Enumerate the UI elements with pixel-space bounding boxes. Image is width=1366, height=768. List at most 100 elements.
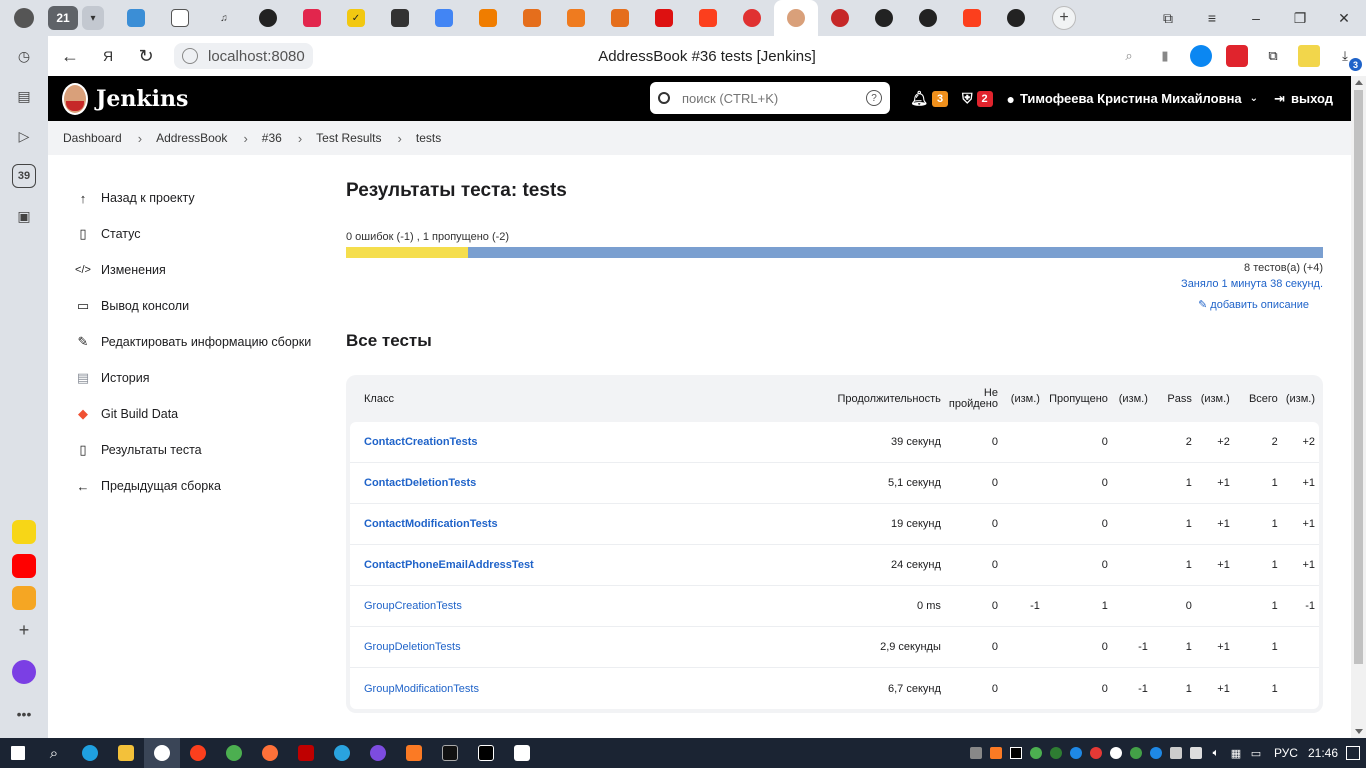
column-header-class[interactable]: Класс [350,375,819,422]
tray-blue-icon[interactable] [1066,738,1086,768]
test-class-link[interactable]: GroupCreationTests [364,600,462,612]
column-header-failed-diff[interactable]: (изм.) [1002,375,1044,422]
breadcrumb-item-tests[interactable]: tests [416,131,441,145]
browser-tab[interactable] [686,0,730,36]
breadcrumb-item-test-results[interactable]: Test Results [316,131,381,145]
restore-button[interactable]: ❐ [1278,10,1322,27]
column-header-skipped[interactable]: Пропущено [1044,375,1112,422]
filezilla-icon[interactable] [288,738,324,768]
sidebar-item-test-results[interactable]: ▯ Результаты теста [74,432,334,468]
extensions-icon[interactable]: ⧉ [1262,45,1284,67]
logout-link[interactable]: выход [1291,91,1333,106]
column-header-total-diff[interactable]: (изм.) [1282,375,1319,422]
browser-tab[interactable] [466,0,510,36]
extension-red-icon[interactable] [1226,45,1248,67]
search-page-icon[interactable]: ⌕ [1118,45,1140,67]
shazam-icon[interactable] [1190,45,1212,67]
telegram-icon[interactable] [324,738,360,768]
chrome-icon[interactable] [216,738,252,768]
breadcrumb-item-addressbook[interactable]: AddressBook [156,131,227,145]
word-icon[interactable] [504,738,540,768]
breadcrumb-item-dashboard[interactable]: Dashboard [63,131,122,145]
tray-red-icon[interactable] [1086,738,1106,768]
more-icon[interactable]: ••• [12,702,36,726]
profile-button[interactable] [0,0,48,36]
test-class-link[interactable]: GroupDeletionTests [364,641,461,653]
minimize-button[interactable]: – [1234,10,1278,26]
test-class-link[interactable]: ContactPhoneEmailAddressTest [364,559,534,571]
tray-app-icon[interactable] [1126,738,1146,768]
test-class-link[interactable]: GroupModificationTests [364,683,479,695]
browser-tab[interactable]: ✓ [334,0,378,36]
tab-list-chevron-icon[interactable]: ▾ [82,6,104,30]
add-description-link[interactable]: ✎ добавить описание [346,298,1323,311]
camera-icon[interactable]: ▣ [12,204,36,228]
column-header-pass[interactable]: Pass [1152,375,1196,422]
volume-icon[interactable]: 🔈︎ [1206,738,1226,768]
bookmark-icon[interactable]: ▮ [1154,45,1176,67]
xampp-icon[interactable] [396,738,432,768]
alice-icon[interactable] [12,660,36,684]
sidebar-item-status[interactable]: ▯ Статус [74,216,334,252]
test-class-link[interactable]: ContactDeletionTests [364,477,476,489]
user-menu-chevron-icon[interactable]: ⌄ [1250,93,1258,104]
edge-icon[interactable] [72,738,108,768]
tray-yandex-icon[interactable] [1106,738,1126,768]
jenkins-logo-icon[interactable] [62,82,88,115]
url-field[interactable]: localhost:8080 [174,43,313,69]
tray-app-icon[interactable] [966,738,986,768]
yandex-icon[interactable] [180,738,216,768]
intellij-icon[interactable] [468,738,504,768]
test-class-link[interactable]: ContactModificationTests [364,518,498,530]
tab-count-button[interactable]: 21 [48,6,78,30]
tray-app-icon[interactable] [1186,738,1206,768]
collections-icon[interactable]: ⧉ [1146,10,1190,27]
site-info-icon[interactable] [182,48,198,64]
security-badge[interactable]: 2 [976,90,993,107]
column-header-pass-diff[interactable]: (изм.) [1196,375,1234,422]
column-header-duration[interactable]: Продолжительность [819,375,945,422]
browser-tab[interactable] [950,0,994,36]
sidebar-item-previous-build[interactable]: ← Предыдущая сборка [74,468,334,504]
breadcrumb-item-build[interactable]: #36 [262,131,282,145]
column-header-total[interactable]: Всего [1234,375,1282,422]
page-scrollbar[interactable] [1351,76,1366,738]
browser-tab[interactable] [818,0,862,36]
collections-icon[interactable]: ▤ [12,84,36,108]
duration-link[interactable]: Заняло 1 минута 38 секунд. [346,278,1323,292]
browser-tab[interactable] [422,0,466,36]
user-name[interactable]: Тимофеева Кристина Михайловна [1020,91,1242,106]
column-header-skipped-diff[interactable]: (изм.) [1112,375,1152,422]
jenkins-title[interactable]: Jenkins [96,86,188,112]
bluetooth-icon[interactable] [1146,738,1166,768]
downloads-icon[interactable]: ⤓ 3 [1334,45,1362,71]
network-icon[interactable]: ▦ [1226,738,1246,768]
close-button[interactable]: ✕ [1322,10,1366,27]
start-button[interactable] [0,738,36,768]
tray-app-icon[interactable] [1166,738,1186,768]
sidebar-item-history[interactable]: ▤ История [74,360,334,396]
clock[interactable]: 21:46 [1308,746,1338,760]
language-indicator[interactable]: РУС [1274,746,1298,760]
reload-button[interactable]: ↻ [130,40,162,72]
tray-green-icon[interactable] [1046,738,1066,768]
browser-tab[interactable] [642,0,686,36]
github-desktop-icon[interactable] [360,738,396,768]
browser-tab[interactable] [290,0,334,36]
browser-tab[interactable] [246,0,290,36]
counter-badge[interactable]: 39 [12,164,36,188]
browser-tab-active[interactable] [774,0,818,36]
tray-green-icon[interactable] [1026,738,1046,768]
mail-icon[interactable] [12,586,36,610]
sidebar-item-git-build-data[interactable]: ◆ Git Build Data [74,396,334,432]
scroll-up-icon[interactable] [1355,80,1363,85]
bell-icon[interactable]: 🔔︎ [910,90,928,107]
menu-icon[interactable]: ≡ [1190,10,1234,26]
youtube-icon[interactable] [12,554,36,578]
sidebar-item-changes[interactable]: </> Изменения [74,252,334,288]
firefox-icon[interactable] [252,738,288,768]
sidebar-item-console-output[interactable]: ▭ Вывод консоли [74,288,334,324]
sidebar-item-back-to-project[interactable]: ↑ Назад к проекту [74,180,334,216]
shield-icon[interactable]: ⛨ [962,90,973,107]
browser-tab[interactable] [158,0,202,36]
